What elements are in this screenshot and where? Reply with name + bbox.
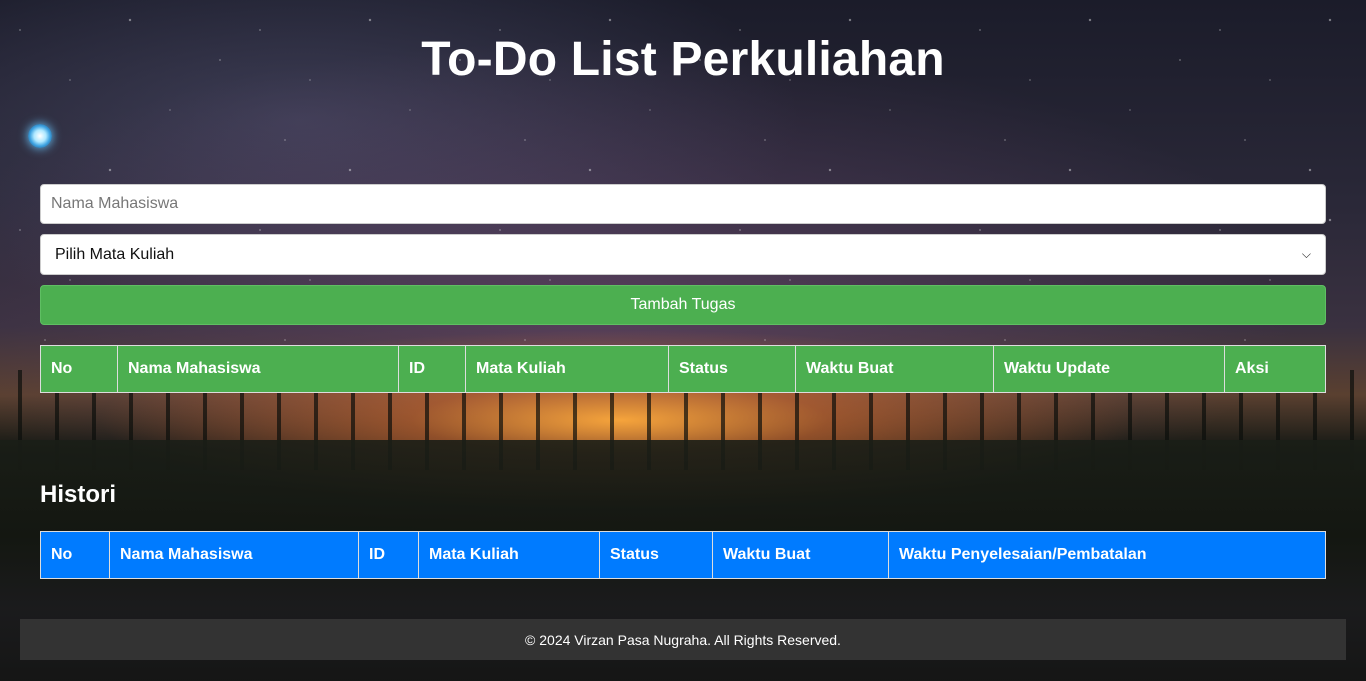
- add-task-button[interactable]: Tambah Tugas: [40, 285, 1326, 325]
- task-col-id: ID: [398, 345, 466, 393]
- history-col-course: Mata Kuliah: [418, 531, 600, 579]
- task-col-actions: Aksi: [1224, 345, 1326, 393]
- task-col-updated: Waktu Update: [993, 345, 1225, 393]
- page-footer: © 2024 Virzan Pasa Nugraha. All Rights R…: [20, 619, 1346, 660]
- task-table-header-row: No Nama Mahasiswa ID Mata Kuliah Status …: [40, 345, 1326, 393]
- task-col-course: Mata Kuliah: [465, 345, 669, 393]
- chevron-down-icon: ⌵: [1301, 247, 1311, 261]
- student-name-input[interactable]: [40, 184, 1326, 224]
- history-col-created: Waktu Buat: [712, 531, 889, 579]
- page-title: To-Do List Perkuliahan: [421, 33, 945, 86]
- task-table: No Nama Mahasiswa ID Mata Kuliah Status …: [40, 345, 1326, 393]
- task-col-status: Status: [668, 345, 796, 393]
- task-col-created: Waktu Buat: [795, 345, 994, 393]
- main-container: To-Do List Perkuliahan Pilih Mata Kuliah…: [0, 0, 1366, 579]
- history-col-no: No: [40, 531, 110, 579]
- history-col-student-name: Nama Mahasiswa: [109, 531, 359, 579]
- footer-copyright: © 2024 Virzan Pasa Nugraha. All Rights R…: [525, 631, 841, 648]
- history-col-finished: Waktu Penyelesaian/Pembatalan: [888, 531, 1326, 579]
- task-col-student-name: Nama Mahasiswa: [117, 345, 399, 393]
- task-col-no: No: [40, 345, 118, 393]
- course-select-value: Pilih Mata Kuliah: [55, 245, 175, 263]
- history-table-header-row: No Nama Mahasiswa ID Mata Kuliah Status …: [40, 531, 1326, 579]
- history-col-id: ID: [358, 531, 419, 579]
- history-title: Histori: [40, 481, 117, 508]
- course-select[interactable]: Pilih Mata Kuliah ⌵: [40, 234, 1326, 275]
- history-col-status: Status: [599, 531, 713, 579]
- history-table: No Nama Mahasiswa ID Mata Kuliah Status …: [40, 531, 1326, 579]
